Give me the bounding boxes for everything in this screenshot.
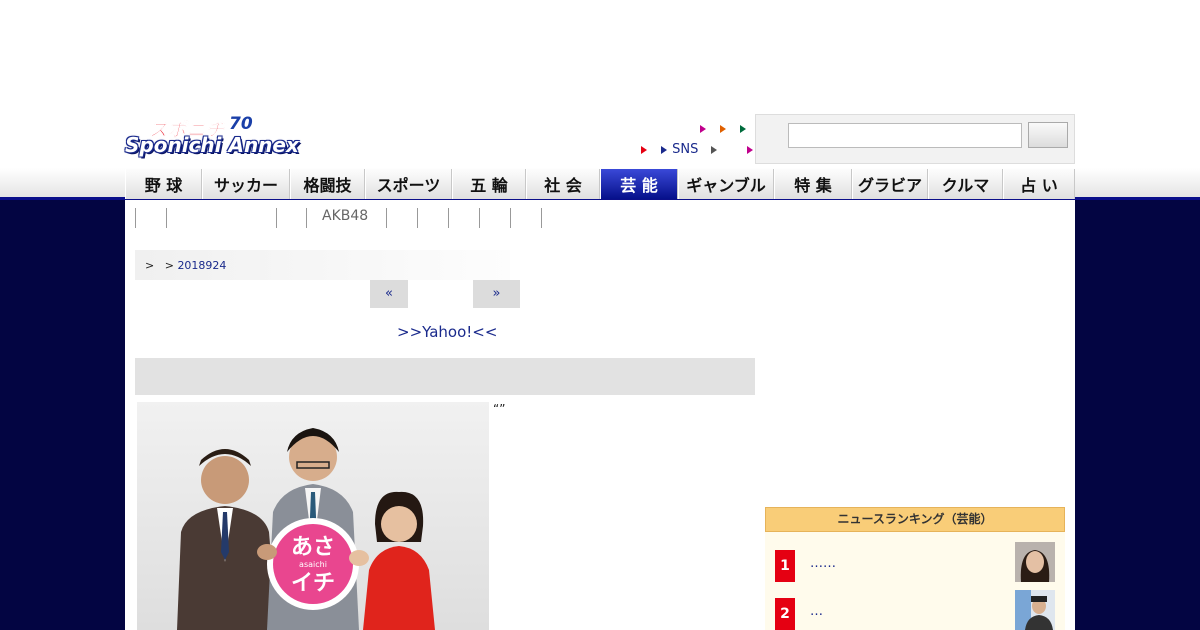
nav-item-cars[interactable]: クルマ (928, 169, 1003, 199)
arrow-right-icon[interactable] (740, 124, 747, 133)
arrow-right-icon[interactable] (746, 145, 753, 154)
nav-item-olympics[interactable]: 五 輪 (452, 169, 526, 199)
nav-item-baseball[interactable]: 野 球 (125, 169, 202, 199)
subnav-item[interactable] (135, 208, 166, 228)
arrow-right-icon[interactable] (641, 145, 647, 154)
nav-item-fighting[interactable]: 格闘技 (290, 169, 365, 199)
rank-title[interactable]: …… (810, 556, 836, 571)
utility-links-row-1 (700, 121, 756, 136)
yahoo-link[interactable]: >>Yahoo!<< (397, 323, 497, 341)
ranking-list: 1 …… 2 … (765, 532, 1065, 630)
sns-link[interactable]: SNS (672, 142, 698, 157)
next-article-button[interactable]: » (473, 280, 520, 308)
article-lead-quote: “” (493, 402, 506, 416)
subnav-item[interactable] (276, 208, 306, 228)
search-box (755, 114, 1075, 164)
nav-item-soccer[interactable]: サッカー (202, 169, 290, 199)
arrow-right-icon[interactable] (700, 124, 706, 133)
nav-item-gravure[interactable]: グラビア (852, 169, 928, 199)
subnav-item[interactable] (541, 208, 542, 228)
subnav-item[interactable] (479, 208, 510, 228)
rank-number: 1 (775, 550, 795, 582)
subnav-item[interactable] (417, 208, 448, 228)
breadcrumb-date[interactable]: 2018924 (177, 259, 226, 272)
nav-item-fortune[interactable]: 占 い (1003, 169, 1075, 199)
rank-title[interactable]: … (810, 604, 823, 619)
rank-thumbnail[interactable] (1015, 590, 1055, 630)
arrow-right-icon[interactable] (710, 145, 717, 154)
utility-links-row-2: SNS (641, 142, 763, 157)
search-button[interactable] (1028, 122, 1068, 148)
arrow-right-icon[interactable] (720, 124, 727, 133)
page: スポニチ 70 Sponichi Annex SNS 野 球 サッカー 格闘技 … (0, 0, 1200, 630)
nav-item-society[interactable]: 社 会 (526, 169, 600, 199)
logo-anniversary-badge: 70 (229, 114, 253, 134)
subnav-item[interactable] (386, 208, 417, 228)
main-nav: 野 球 サッカー 格闘技 スポーツ 五 輪 社 会 芸 能 ギャンブル 特 集 … (125, 169, 1075, 199)
search-input[interactable] (788, 123, 1022, 148)
article-photo-illustration: あさ asaichi イチ (177, 428, 435, 630)
thumbnail-image (1015, 542, 1055, 582)
article-title-bar (135, 358, 755, 395)
nav-item-entertainment[interactable]: 芸 能 (600, 169, 678, 199)
logo-main-text: Sponichi Annex (125, 133, 299, 157)
subnav-item[interactable] (166, 208, 276, 228)
sign-text: イチ (291, 571, 335, 596)
thumbnail-image (1015, 590, 1055, 630)
rank-thumbnail[interactable] (1015, 542, 1055, 582)
breadcrumb-sep: > (145, 259, 155, 272)
breadcrumb-sep: > (164, 259, 174, 272)
sign-subtext: asaichi (299, 560, 327, 569)
breadcrumb: > > 2018924 (135, 250, 510, 280)
nav-item-features[interactable]: 特 集 (774, 169, 852, 199)
ranking-header: ニュースランキング（芸能） (765, 507, 1065, 532)
main-content: AKB48 > > 2018924 « » >>Yahoo!<< あさ asai… (125, 200, 1075, 630)
nav-item-sports[interactable]: スポーツ (365, 169, 452, 199)
sign-text: あさ (291, 535, 335, 560)
prev-article-button[interactable]: « (370, 280, 408, 308)
ranking-item[interactable]: 1 …… (775, 542, 1055, 582)
article-photo[interactable]: あさ asaichi イチ (137, 402, 489, 630)
nav-item-gambling[interactable]: ギャンブル (678, 169, 774, 199)
site-logo[interactable]: スポニチ 70 Sponichi Annex (125, 114, 317, 162)
arrow-right-icon (661, 145, 668, 154)
ranking-item[interactable]: 2 … (775, 590, 1055, 630)
subnav-item-akb48[interactable]: AKB48 (306, 208, 386, 228)
sub-nav: AKB48 (135, 208, 542, 230)
rank-number: 2 (775, 598, 795, 630)
subnav-item[interactable] (510, 208, 541, 228)
subnav-item[interactable] (448, 208, 479, 228)
